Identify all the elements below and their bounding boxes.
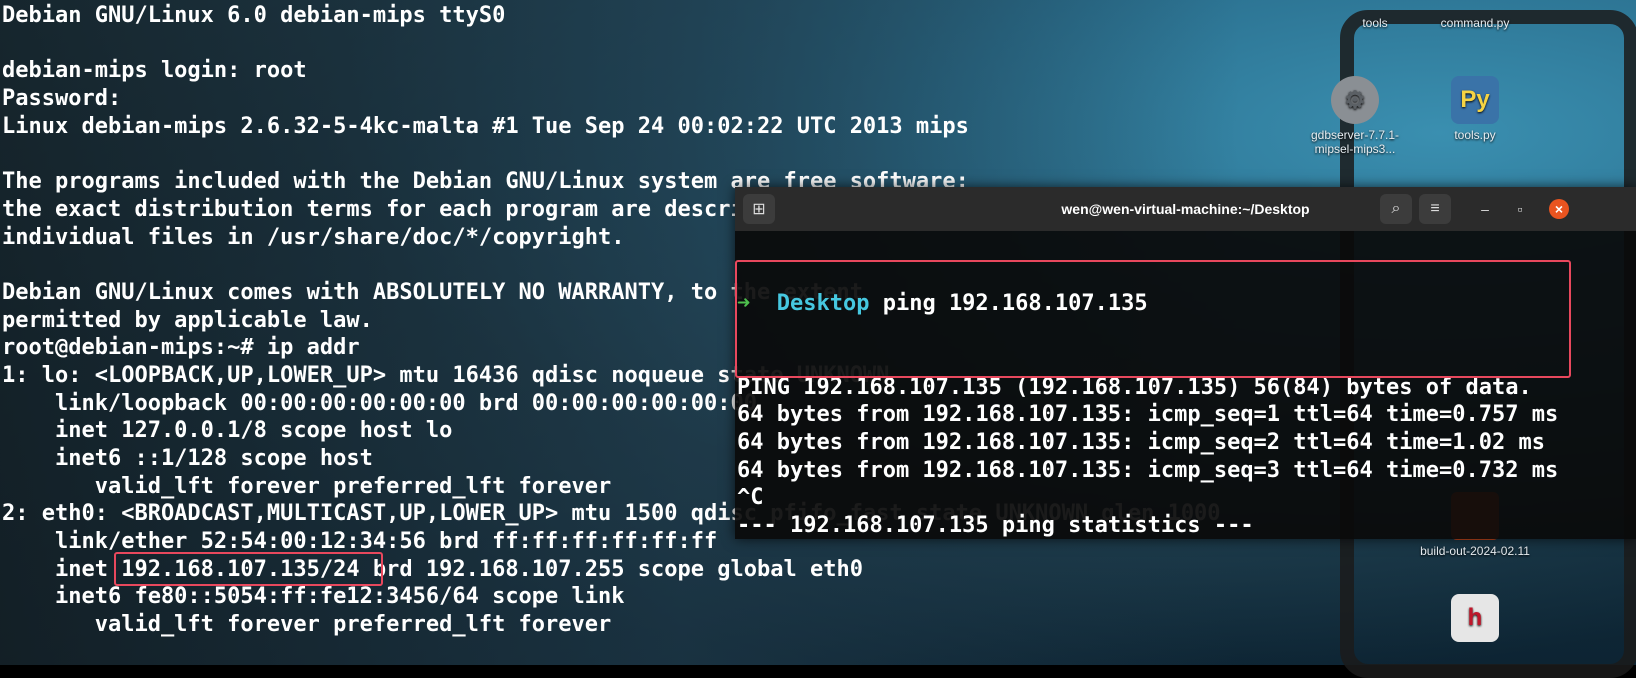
ping-output: PING 192.168.107.135 (192.168.107.135) 5… [737,374,1636,540]
desktop-icon-label: tools.py [1454,128,1496,142]
desktop-icon-label: tools [1362,16,1388,30]
maximize-button[interactable]: ▫ [1510,199,1530,219]
search-icon[interactable]: ⌕ [1380,194,1412,224]
minimize-button[interactable]: – [1475,199,1495,219]
output-line: --- 192.168.107.135 ping statistics --- [737,512,1254,538]
desktop-icon-h[interactable]: h [1420,594,1530,646]
console-line: Debian GNU/Linux 6.0 debian-mips ttyS0 [2,3,506,28]
console-line: Password: [2,86,122,112]
console-line: inet6 fe80::5054:ff:fe12:3456/64 scope l… [2,584,625,610]
output-line: 64 bytes from 192.168.107.135: icmp_seq=… [737,402,1559,428]
desktop-icon-tools-py[interactable]: Py tools.py [1420,76,1530,142]
output-line: 64 bytes from 192.168.107.135: icmp_seq=… [737,429,1545,455]
h-app-icon: h [1451,594,1499,642]
console-line: valid_lft forever preferred_lft forever [2,612,612,638]
desktop-icon-gdbserver[interactable]: ⚙ gdbserver-7.7.1-mipsel-mips3... [1300,76,1410,156]
gear-icon: ⚙ [1331,76,1379,124]
console-line: Linux debian-mips 2.6.32-5-4kc-malta #1 … [2,113,969,139]
desktop-icon-command-py[interactable]: command.py [1420,16,1530,30]
window-titlebar[interactable]: ⊞ wen@wen-virtual-machine:~/Desktop ⌕ ≡ … [735,187,1636,231]
annotation-box-ping-replies [735,260,1571,378]
output-line: 64 bytes from 192.168.107.135: icmp_seq=… [737,457,1559,483]
window-title: wen@wen-virtual-machine:~/Desktop [1061,201,1310,217]
annotation-box-ip-address [114,552,383,586]
hamburger-menu-icon[interactable]: ≡ [1419,194,1451,224]
desktop-icon-label: gdbserver-7.7.1-mipsel-mips3... [1310,128,1400,156]
python-icon: Py [1451,76,1499,124]
close-button[interactable]: × [1549,199,1569,219]
desktop-icon-label: command.py [1440,16,1510,30]
desktop-icon-tools[interactable]: tools [1320,16,1430,30]
desktop-icon-label: build-out-2024-02.11 [1420,544,1530,558]
console-line: debian-mips login: root [2,58,307,84]
output-line: ^C [737,485,764,511]
